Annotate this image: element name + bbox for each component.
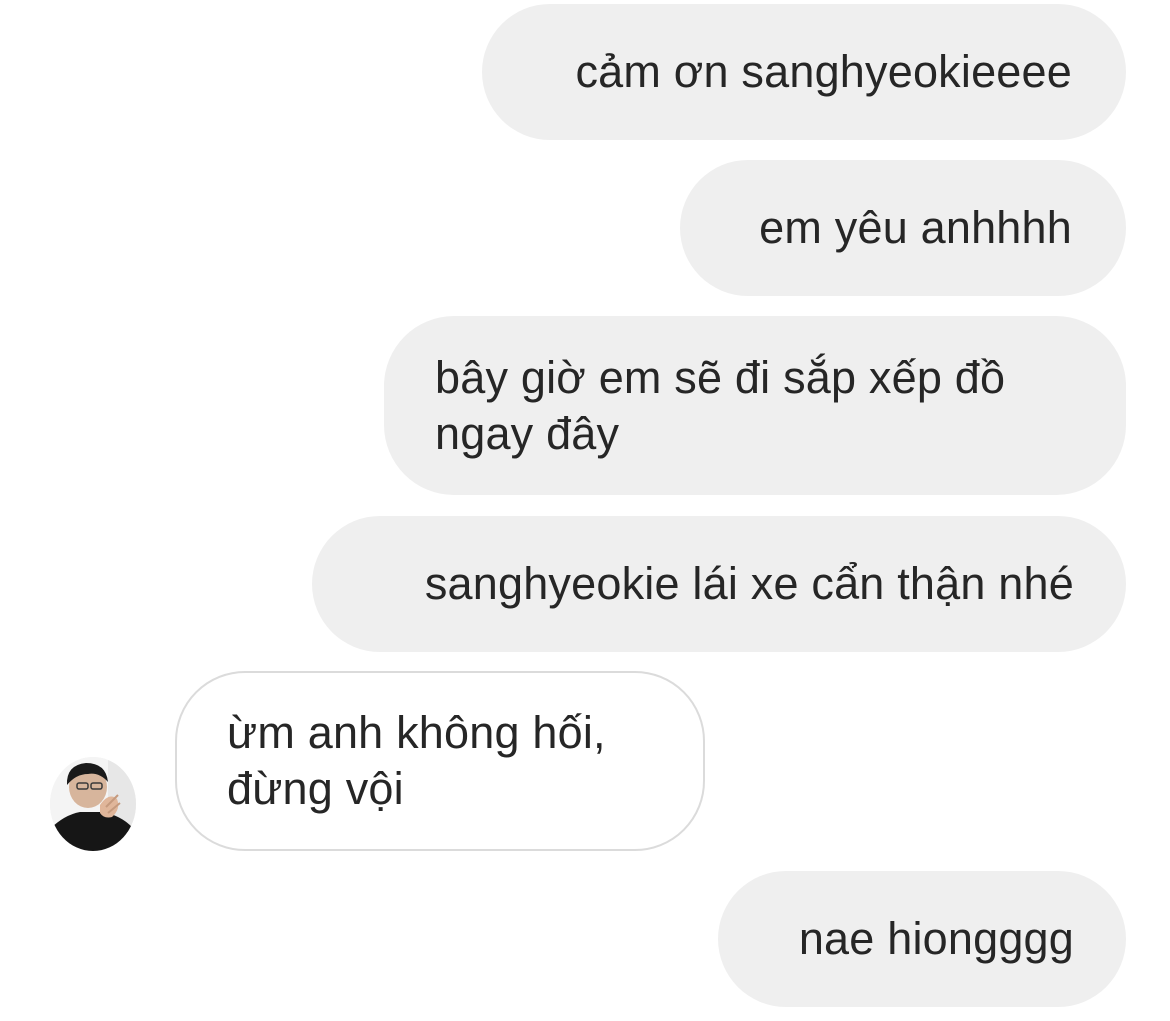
message-bubble-sent[interactable]: nae hiongggg	[718, 871, 1126, 1007]
message-bubble-sent[interactable]: em yêu anhhhh	[680, 160, 1126, 296]
profile-photo-icon	[50, 757, 136, 851]
message-text: bây giờ em sẽ đi sắp xếp đồ ngay đây	[435, 351, 1006, 459]
message-text: em yêu anhhhh	[759, 202, 1072, 253]
message-text: nae hiongggg	[798, 913, 1074, 964]
message-bubble-received[interactable]: ừm anh không hối, đừng vội	[175, 671, 705, 851]
avatar[interactable]	[50, 757, 136, 851]
message-bubble-sent[interactable]: bây giờ em sẽ đi sắp xếp đồ ngay đây	[384, 316, 1126, 495]
message-text: cảm ơn sanghyeokieeee	[575, 46, 1072, 97]
message-text: sanghyeokie lái xe cẩn thận nhé	[424, 558, 1074, 609]
message-bubble-sent[interactable]: cảm ơn sanghyeokieeee	[482, 4, 1126, 140]
message-text: ừm anh không hối, đừng vội	[227, 707, 606, 814]
message-bubble-sent[interactable]: sanghyeokie lái xe cẩn thận nhé	[312, 516, 1126, 652]
